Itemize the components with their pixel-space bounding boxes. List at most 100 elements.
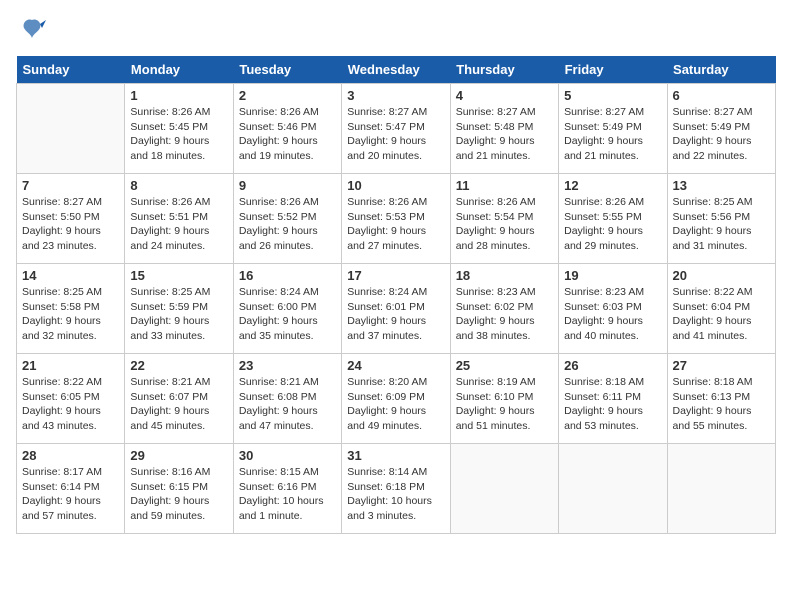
- cell-text: Daylight: 9 hours: [456, 314, 553, 329]
- cell-text: and 21 minutes.: [456, 149, 553, 164]
- cell-text: and 28 minutes.: [456, 239, 553, 254]
- day-number: 15: [130, 268, 227, 283]
- cell-text: Daylight: 9 hours: [456, 134, 553, 149]
- cell-text: and 37 minutes.: [347, 329, 444, 344]
- day-number: 7: [22, 178, 119, 193]
- cell-text: Sunrise: 8:22 AM: [22, 375, 119, 390]
- cell-text: Sunrise: 8:15 AM: [239, 465, 336, 480]
- cell-text: and 47 minutes.: [239, 419, 336, 434]
- weekday-sunday: Sunday: [17, 56, 125, 84]
- cell-text: Sunrise: 8:20 AM: [347, 375, 444, 390]
- cell-text: Daylight: 9 hours: [456, 224, 553, 239]
- cell-text: Sunset: 5:52 PM: [239, 210, 336, 225]
- calendar-cell: 2Sunrise: 8:26 AMSunset: 5:46 PMDaylight…: [233, 84, 341, 174]
- cell-text: Sunset: 5:49 PM: [673, 120, 770, 135]
- cell-text: Sunset: 5:51 PM: [130, 210, 227, 225]
- day-number: 19: [564, 268, 661, 283]
- cell-text: Sunrise: 8:23 AM: [456, 285, 553, 300]
- cell-text: Sunrise: 8:24 AM: [347, 285, 444, 300]
- week-row-5: 28Sunrise: 8:17 AMSunset: 6:14 PMDayligh…: [17, 444, 776, 534]
- cell-text: Sunset: 5:46 PM: [239, 120, 336, 135]
- cell-text: Sunrise: 8:26 AM: [564, 195, 661, 210]
- cell-text: Daylight: 9 hours: [239, 224, 336, 239]
- cell-text: Sunset: 6:11 PM: [564, 390, 661, 405]
- cell-text: Daylight: 9 hours: [130, 224, 227, 239]
- cell-text: and 45 minutes.: [130, 419, 227, 434]
- cell-text: Daylight: 9 hours: [130, 404, 227, 419]
- day-number: 30: [239, 448, 336, 463]
- cell-text: Daylight: 9 hours: [564, 134, 661, 149]
- cell-text: and 55 minutes.: [673, 419, 770, 434]
- calendar-cell: 7 Sunrise: 8:27 AMSunset: 5:50 PMDaylight…: [17, 174, 125, 264]
- day-number: 17: [347, 268, 444, 283]
- calendar-cell: 26Sunrise: 8:18 AMSunset: 6:11 PMDayligh…: [559, 354, 667, 444]
- day-number: 24: [347, 358, 444, 373]
- cell-text: Sunset: 5:56 PM: [673, 210, 770, 225]
- cell-text: Daylight: 9 hours: [239, 404, 336, 419]
- cell-text: Sunset: 6:14 PM: [22, 480, 119, 495]
- cell-text: Sunset: 6:15 PM: [130, 480, 227, 495]
- cell-text: Sunset: 6:02 PM: [456, 300, 553, 315]
- calendar-cell: 22Sunrise: 8:21 AMSunset: 6:07 PMDayligh…: [125, 354, 233, 444]
- calendar-cell: 31Sunrise: 8:14 AMSunset: 6:18 PMDayligh…: [342, 444, 450, 534]
- cell-text: Sunrise: 8:27 AM: [22, 195, 119, 210]
- cell-text: and 23 minutes.: [22, 239, 119, 254]
- day-number: 1: [130, 88, 227, 103]
- weekday-monday: Monday: [125, 56, 233, 84]
- calendar-cell: [17, 84, 125, 174]
- cell-text: Daylight: 9 hours: [564, 404, 661, 419]
- calendar-cell: 29Sunrise: 8:16 AMSunset: 6:15 PMDayligh…: [125, 444, 233, 534]
- cell-text: Sunrise: 8:22 AM: [673, 285, 770, 300]
- cell-text: Sunrise: 8:18 AM: [673, 375, 770, 390]
- cell-text: Sunset: 6:04 PM: [673, 300, 770, 315]
- cell-text: Sunset: 6:01 PM: [347, 300, 444, 315]
- calendar-cell: [559, 444, 667, 534]
- weekday-friday: Friday: [559, 56, 667, 84]
- cell-text: Sunset: 6:18 PM: [347, 480, 444, 495]
- cell-text: Sunrise: 8:24 AM: [239, 285, 336, 300]
- cell-text: and 27 minutes.: [347, 239, 444, 254]
- cell-text: Sunrise: 8:27 AM: [673, 105, 770, 120]
- calendar-table: SundayMondayTuesdayWednesdayThursdayFrid…: [16, 56, 776, 534]
- cell-text: Sunrise: 8:14 AM: [347, 465, 444, 480]
- day-number: 13: [673, 178, 770, 193]
- calendar-cell: 20Sunrise: 8:22 AMSunset: 6:04 PMDayligh…: [667, 264, 775, 354]
- day-number: 5: [564, 88, 661, 103]
- cell-text: Daylight: 9 hours: [22, 314, 119, 329]
- cell-text: and 51 minutes.: [456, 419, 553, 434]
- calendar-cell: 19Sunrise: 8:23 AMSunset: 6:03 PMDayligh…: [559, 264, 667, 354]
- day-number: 14: [22, 268, 119, 283]
- cell-text: Sunrise: 8:25 AM: [22, 285, 119, 300]
- day-number: 8: [130, 178, 227, 193]
- day-number: 31: [347, 448, 444, 463]
- cell-text: Sunset: 5:50 PM: [22, 210, 119, 225]
- cell-text: Sunset: 6:09 PM: [347, 390, 444, 405]
- calendar-cell: 24Sunrise: 8:20 AMSunset: 6:09 PMDayligh…: [342, 354, 450, 444]
- cell-text: and 49 minutes.: [347, 419, 444, 434]
- cell-text: Daylight: 9 hours: [673, 134, 770, 149]
- cell-text: Daylight: 9 hours: [347, 134, 444, 149]
- cell-text: and 31 minutes.: [673, 239, 770, 254]
- cell-text: Sunrise: 8:26 AM: [347, 195, 444, 210]
- cell-text: Sunrise: 8:21 AM: [130, 375, 227, 390]
- cell-text: Daylight: 9 hours: [456, 404, 553, 419]
- cell-text: and 29 minutes.: [564, 239, 661, 254]
- calendar-cell: 4Sunrise: 8:27 AMSunset: 5:48 PMDaylight…: [450, 84, 558, 174]
- weekday-header-row: SundayMondayTuesdayWednesdayThursdayFrid…: [17, 56, 776, 84]
- cell-text: Sunrise: 8:25 AM: [130, 285, 227, 300]
- cell-text: and 32 minutes.: [22, 329, 119, 344]
- calendar-cell: 6Sunrise: 8:27 AMSunset: 5:49 PMDaylight…: [667, 84, 775, 174]
- day-number: 26: [564, 358, 661, 373]
- cell-text: Daylight: 9 hours: [22, 224, 119, 239]
- calendar-cell: 14Sunrise: 8:25 AMSunset: 5:58 PMDayligh…: [17, 264, 125, 354]
- cell-text: Sunset: 6:03 PM: [564, 300, 661, 315]
- logo-bird-icon: [18, 16, 46, 50]
- calendar-cell: 8Sunrise: 8:26 AMSunset: 5:51 PMDaylight…: [125, 174, 233, 264]
- cell-text: Sunset: 5:48 PM: [456, 120, 553, 135]
- calendar-cell: 17Sunrise: 8:24 AMSunset: 6:01 PMDayligh…: [342, 264, 450, 354]
- day-number: 10: [347, 178, 444, 193]
- calendar-cell: 15Sunrise: 8:25 AMSunset: 5:59 PMDayligh…: [125, 264, 233, 354]
- weekday-wednesday: Wednesday: [342, 56, 450, 84]
- day-number: 22: [130, 358, 227, 373]
- day-number: 4: [456, 88, 553, 103]
